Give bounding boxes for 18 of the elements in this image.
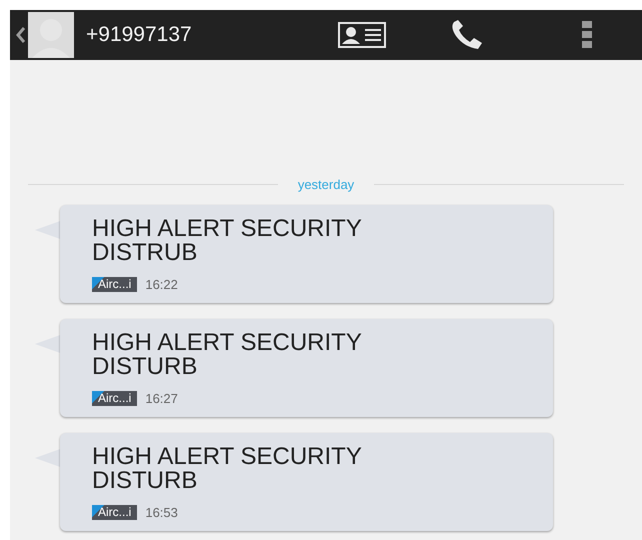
date-divider: yesterday (296, 176, 356, 194)
message-time: 16:27 (145, 390, 178, 408)
message-text: HIGH ALERT SECURITY DISTRUB (92, 216, 362, 264)
message-text: HIGH ALERT SECURITY DISTURB (92, 330, 362, 378)
message-bubble[interactable]: HIGH ALERT SECURITY DISTURB Airc...i 16:53 (60, 432, 553, 530)
sim-badge: Airc...i (92, 276, 138, 292)
message-time: 16:53 (145, 504, 178, 522)
message-text: HIGH ALERT SECURITY DISTURB (92, 444, 362, 492)
message-bubble[interactable]: HIGH ALERT SECURITY DISTURB Airc...i 16:27 (60, 318, 553, 416)
contact-number: +91997137 (86, 22, 193, 48)
phone-icon[interactable] (450, 19, 484, 51)
contact-card-icon[interactable] (338, 22, 386, 48)
sim-badge: Airc...i (92, 504, 138, 520)
menu-icon[interactable] (582, 21, 592, 49)
back-icon[interactable] (16, 27, 25, 43)
message-time: 16:22 (145, 276, 178, 294)
sim-badge: Airc...i (92, 390, 138, 406)
message-bubble[interactable]: HIGH ALERT SECURITY DISTRUB Airc...i 16:22 (60, 204, 553, 302)
